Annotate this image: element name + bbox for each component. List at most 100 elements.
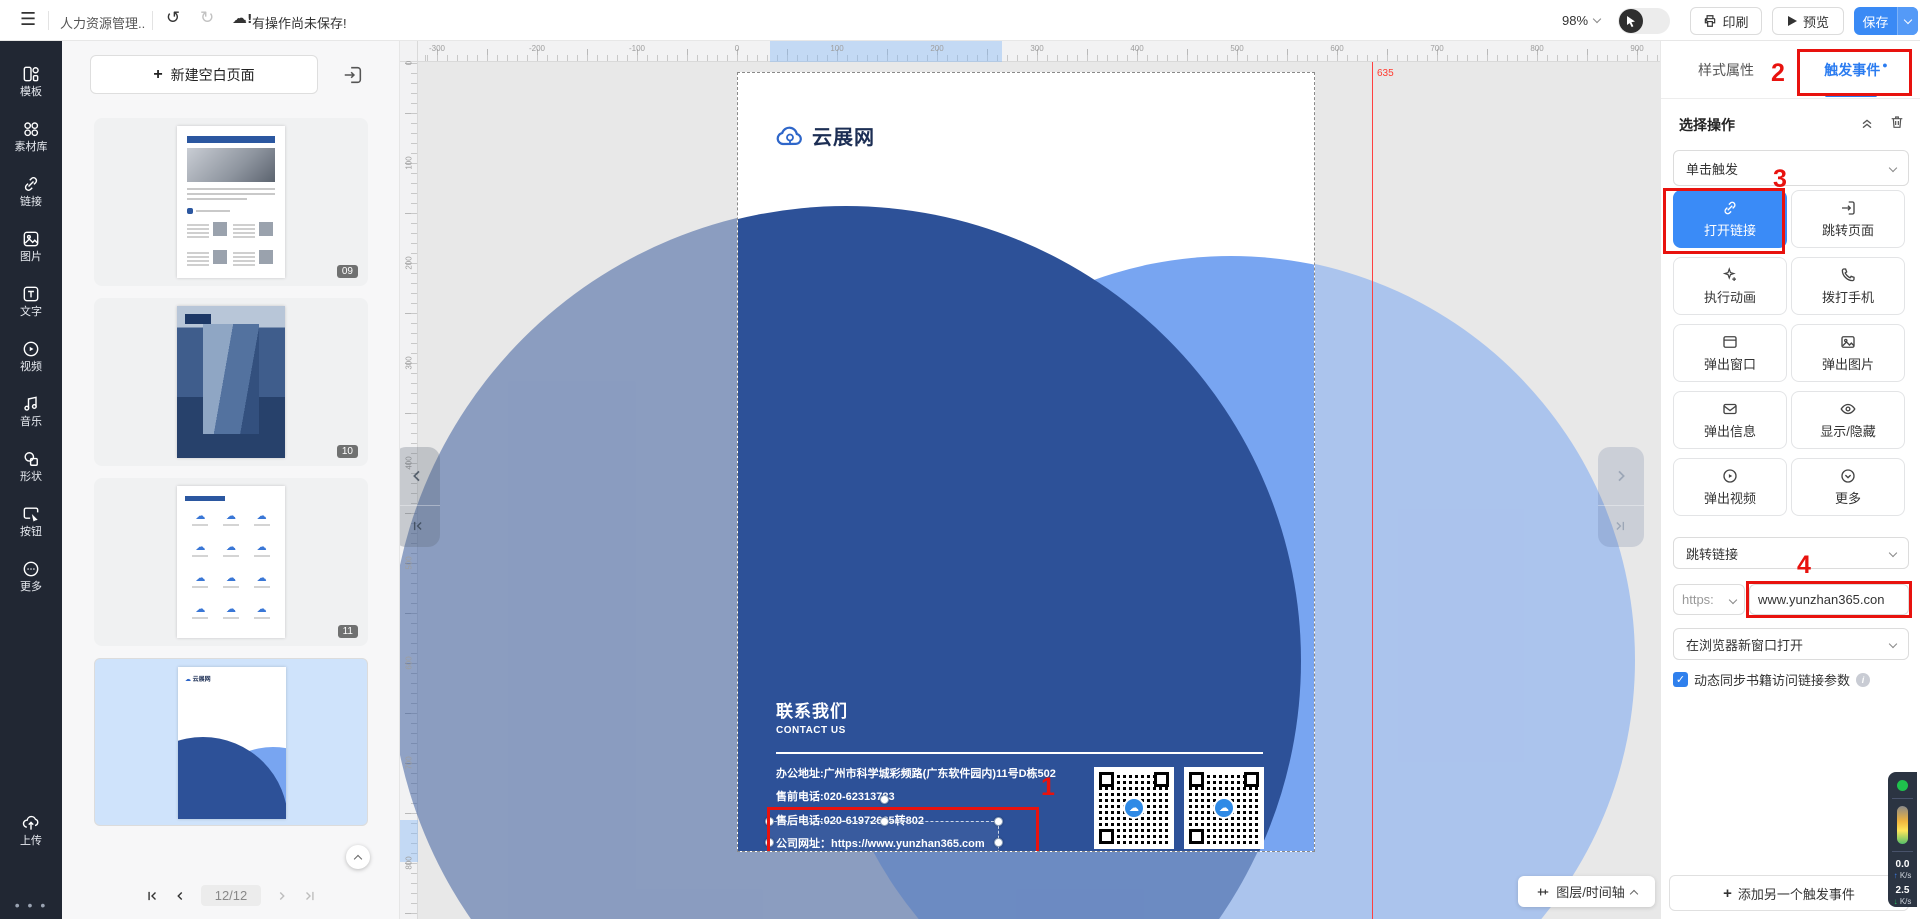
contact-divider-line xyxy=(776,752,1263,754)
contact-subtitle[interactable]: CONTACT US xyxy=(776,725,846,736)
sidebar-item-text[interactable]: 文字 xyxy=(0,273,62,328)
preview-button-label: 预览 xyxy=(1803,12,1829,31)
qr-cloud-logo-icon: ☁ xyxy=(1123,797,1145,819)
sidebar-item-music[interactable]: 音乐 xyxy=(0,383,62,438)
sidebar-item-video[interactable]: 视频 xyxy=(0,328,62,383)
unsaved-status-text: 有操作尚未保存! xyxy=(252,13,347,32)
last-page-canvas-button[interactable] xyxy=(1598,506,1644,547)
save-button[interactable]: 保存 xyxy=(1854,7,1918,35)
prev-page-icon[interactable] xyxy=(173,889,187,903)
annotation-label-2: 2 xyxy=(1771,59,1785,88)
page-number-badge: 09 xyxy=(337,265,358,278)
action-popup-message[interactable]: 弹出信息 xyxy=(1673,391,1787,449)
next-page-canvas-button[interactable] xyxy=(1598,447,1644,506)
info-icon[interactable]: i xyxy=(1856,673,1870,687)
image-icon xyxy=(21,229,41,249)
sidebar-label: 图片 xyxy=(20,252,42,263)
sidebar-label: 更多 xyxy=(20,582,42,593)
layers-timeline-button[interactable]: 图层/时间轴 xyxy=(1518,876,1655,907)
sidebar-item-templates[interactable]: 模板 xyxy=(0,53,62,108)
page-pagination: 12/12 xyxy=(62,885,400,906)
sidebar-label: 上传 xyxy=(20,836,42,847)
cloud-save-icon[interactable]: ☁! xyxy=(232,9,252,27)
import-pages-button[interactable] xyxy=(338,60,368,90)
run-animation-icon xyxy=(1721,266,1739,284)
contact-presale-phone[interactable]: 售前电话:020-62313783 xyxy=(776,788,895,804)
plus-icon: + xyxy=(1723,885,1732,902)
action-popup-video[interactable]: 弹出视频 xyxy=(1673,458,1787,516)
contact-title[interactable]: 联系我们 xyxy=(776,697,848,722)
delete-trigger-icon[interactable] xyxy=(1889,113,1905,131)
ruler-tick-label: 600 xyxy=(1330,44,1343,53)
document-title[interactable]: 人力资源管理... xyxy=(60,13,146,32)
page-thumbnail-card[interactable]: 10 xyxy=(94,298,368,466)
print-button[interactable]: 印刷 xyxy=(1690,7,1762,35)
action-run-animation[interactable]: 执行动画 xyxy=(1673,257,1787,315)
brand-logo[interactable]: 云展网 xyxy=(776,121,875,150)
sync-checkbox[interactable]: ✓ xyxy=(1673,672,1688,687)
ruler-tick-label: -100 xyxy=(629,44,645,53)
zoom-level-control[interactable]: 98% xyxy=(1562,13,1600,28)
play-icon xyxy=(1787,15,1798,27)
trigger-mode-select[interactable]: 单击触发 xyxy=(1673,150,1909,186)
sidebar-item-shapes[interactable]: 形状 xyxy=(0,438,62,493)
hamburger-menu-icon[interactable]: ☰ xyxy=(20,9,36,30)
next-page-icon[interactable] xyxy=(275,889,289,903)
open-mode-select[interactable]: 在浏览器新窗口打开 xyxy=(1673,628,1909,660)
selection-rotate-handle[interactable] xyxy=(880,795,889,804)
action-jump-page[interactable]: 跳转页面 xyxy=(1791,190,1905,248)
prev-page-canvas-button[interactable] xyxy=(400,447,440,506)
preview-button[interactable]: 预览 xyxy=(1772,7,1844,35)
first-page-icon[interactable] xyxy=(145,889,159,903)
action-show-hide[interactable]: 显示/隐藏 xyxy=(1791,391,1905,449)
last-page-icon[interactable] xyxy=(303,889,317,903)
ruler-tick-label: 200 xyxy=(405,256,414,269)
button-icon xyxy=(21,504,41,524)
annotation-box-2 xyxy=(1797,49,1912,96)
collapse-all-icon[interactable] xyxy=(1859,115,1875,131)
design-canvas[interactable]: -300 -200 -100 0 100 200 300 400 500 600… xyxy=(400,41,1660,919)
page-thumbnail-10[interactable] xyxy=(177,306,285,458)
ruler-tick-label: 400 xyxy=(1130,44,1143,53)
redo-icon[interactable]: ↻ xyxy=(200,8,214,28)
sidebar-item-upload[interactable]: 上传 xyxy=(0,802,62,857)
ruler-selection-highlight-h xyxy=(770,41,1002,62)
sidebar-label: 素材库 xyxy=(15,142,48,153)
ruler-tick-label: 700 xyxy=(1430,44,1443,53)
link-type-select[interactable]: 跳转链接 xyxy=(1673,537,1909,569)
page-thumbnail-12[interactable]: ☁ 云展网 xyxy=(178,667,286,819)
new-blank-page-button[interactable]: + 新建空白页面 xyxy=(90,55,318,94)
sidebar-item-buttons[interactable]: 按钮 xyxy=(0,493,62,548)
page-artboard[interactable]: 云展网 联系我们 CONTACT US 办公地址:广州市科学城彩频路(广东软件园… xyxy=(737,72,1315,852)
action-more[interactable]: 更多 xyxy=(1791,458,1905,516)
touch-mode-toggle[interactable] xyxy=(1618,8,1670,34)
collapse-thumbnails-button[interactable] xyxy=(346,845,370,869)
action-popup-window[interactable]: 弹出窗口 xyxy=(1673,324,1787,382)
page-thumbnail-card-selected[interactable]: ☁ 云展网 xyxy=(94,658,368,826)
page-thumbnail-card[interactable]: 09 xyxy=(94,118,368,286)
sync-link-params-row: ✓ 动态同步书籍访问链接参数 i xyxy=(1673,670,1870,689)
sidebar-item-links[interactable]: 链接 xyxy=(0,163,62,218)
action-dial-phone[interactable]: 拨打手机 xyxy=(1791,257,1905,315)
upload-icon xyxy=(21,813,41,833)
page-counter[interactable]: 12/12 xyxy=(201,885,262,906)
sidebar-item-assets[interactable]: 素材库 xyxy=(0,108,62,163)
page-thumbnail-11[interactable]: ☁☁☁ ☁☁☁ ☁☁☁ ☁☁☁ xyxy=(177,486,285,638)
sidebar-item-images[interactable]: 图片 xyxy=(0,218,62,273)
qr-code-2[interactable]: ☁ xyxy=(1184,767,1264,849)
sidebar-item-more[interactable]: 更多 xyxy=(0,548,62,603)
sidebar-more-dots[interactable]: • • • xyxy=(0,897,62,913)
first-page-canvas-button[interactable] xyxy=(400,506,440,547)
contact-address[interactable]: 办公地址:广州市科学城彩频路(广东软件园内)11号D栋502 xyxy=(776,765,1056,781)
qr-code-1[interactable]: ☁ xyxy=(1094,767,1174,849)
vertical-guide-line[interactable] xyxy=(1372,62,1373,919)
page-thumbnail-09[interactable] xyxy=(177,126,285,278)
protocol-select[interactable]: https: xyxy=(1673,584,1745,615)
popup-window-icon xyxy=(1721,333,1739,351)
page-thumbnail-card[interactable]: ☁☁☁ ☁☁☁ ☁☁☁ ☁☁☁ 11 xyxy=(94,478,368,646)
save-dropdown-arrow[interactable] xyxy=(1898,7,1918,35)
undo-icon[interactable]: ↺ xyxy=(166,8,180,28)
action-popup-image[interactable]: 弹出图片 xyxy=(1791,324,1905,382)
network-monitor-widget[interactable]: 0.0 ↑ K/s 2.5 ↓ K/s xyxy=(1888,772,1917,907)
add-trigger-event-button[interactable]: + 添加另一个触发事件 xyxy=(1669,875,1909,911)
